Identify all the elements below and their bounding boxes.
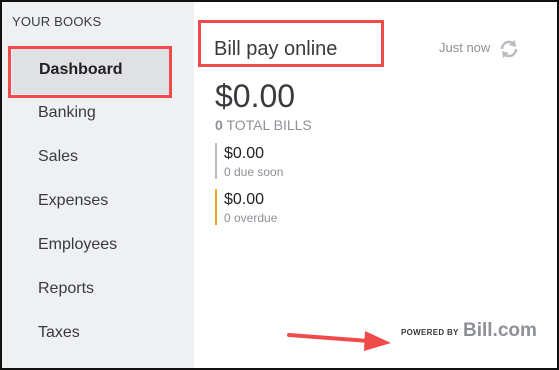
sidebar: YOUR BOOKS Dashboard Banking Sales Expen… xyxy=(2,2,194,368)
highlight-box-dashboard xyxy=(8,46,172,98)
sidebar-item-banking[interactable]: Banking xyxy=(38,104,96,122)
overdue-label: 0 overdue xyxy=(224,211,278,225)
overdue-amount: $0.00 xyxy=(224,191,265,208)
sidebar-item-reports[interactable]: Reports xyxy=(38,280,94,298)
due-soon-amount: $0.00 xyxy=(224,145,265,162)
last-updated: Just now xyxy=(439,40,491,55)
highlight-box-title xyxy=(198,20,384,67)
sidebar-item-employees[interactable]: Employees xyxy=(38,236,117,254)
due-soon-stat[interactable]: $0.00 0 due soon xyxy=(215,143,415,179)
refresh-icon[interactable] xyxy=(498,38,520,60)
sidebar-item-expenses[interactable]: Expenses xyxy=(38,192,108,210)
total-amount: $0.00 xyxy=(215,78,296,114)
due-soon-bar xyxy=(215,143,217,179)
bill-com-logo: Bill.com xyxy=(463,320,537,341)
sidebar-item-taxes[interactable]: Taxes xyxy=(38,324,80,342)
powered-by-label: POWERED BY xyxy=(401,328,459,337)
total-bills-label: TOTAL BILLS xyxy=(226,117,312,133)
overdue-stat[interactable]: $0.00 0 overdue xyxy=(215,189,415,225)
sidebar-item-sales[interactable]: Sales xyxy=(38,148,78,166)
due-soon-label: 0 due soon xyxy=(224,165,284,179)
bill-pay-widget: Bill pay online Just now $0.00 0 TOTAL B… xyxy=(195,2,557,368)
total-bills-count: 0 xyxy=(215,117,223,133)
annotation-arrow xyxy=(287,331,391,351)
screenshot-frame: YOUR BOOKS Dashboard Banking Sales Expen… xyxy=(0,0,559,370)
overdue-bar xyxy=(215,189,217,225)
total-bills-line: 0 TOTAL BILLS xyxy=(215,117,312,133)
sidebar-heading: YOUR BOOKS xyxy=(12,14,102,29)
